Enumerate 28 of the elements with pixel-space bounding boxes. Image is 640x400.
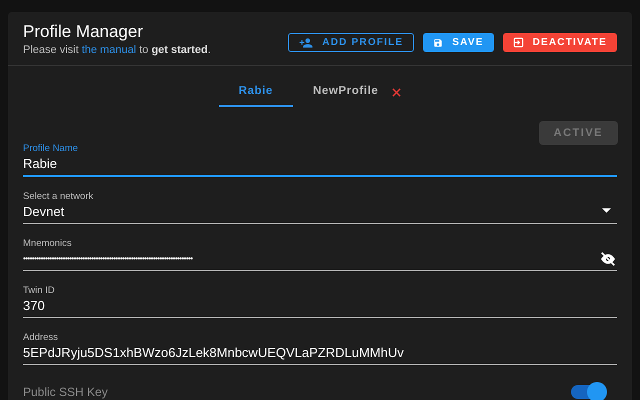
field-value: 5EPdJRyju5DS1xhBWzo6JzLek8MnbcwUEQVLaPZRDLuMMhUv — [23, 344, 404, 362]
input-field[interactable]: Twin ID 370 — [23, 285, 617, 318]
field-value: 370 — [23, 297, 46, 315]
deactivate-button[interactable]: DEACTIVATE — [502, 33, 617, 52]
field-value: Devnet — [23, 203, 66, 221]
dropdown-caret-icon — [602, 208, 611, 213]
profile-tab[interactable]: Rabie — [218, 79, 293, 107]
manual-link[interactable]: the manual — [82, 44, 136, 56]
field-label: Public SSH Key — [23, 384, 108, 400]
field-value: ••••••••••••••••••••••••••••••••••••••••••••••••••••••••••••••••••••••••••••• — [23, 253, 192, 265]
page-title: Profile Manager — [23, 22, 144, 42]
field-value: Rabie — [23, 155, 58, 173]
field-label: Address — [23, 332, 59, 344]
add-person-icon — [299, 38, 314, 48]
close-icon[interactable] — [392, 88, 402, 96]
eye-off-icon[interactable] — [599, 252, 617, 266]
add-profile-button[interactable]: ADD PROFILE — [288, 33, 414, 52]
input-field[interactable]: Mnemonics ••••••••••••••••••••••••••••••••••••••••••••••••••••••••••••••••••••••••••••• — [23, 238, 617, 271]
exit-icon — [512, 37, 524, 48]
field-label: Twin ID — [23, 285, 55, 297]
profile-tab[interactable]: NewProfile — [292, 79, 422, 107]
field-label: Profile Name — [23, 143, 78, 155]
field-label: Mnemonics — [23, 238, 73, 250]
input-field[interactable]: Address 5EPdJRyju5DS1xhBWzo6JzLek8MnbcwUEQVLaPZRDLuMMhUv — [23, 332, 617, 365]
network-select[interactable]: Select a network Devnet — [23, 191, 617, 224]
field-label: Select a network — [23, 191, 94, 203]
input-field[interactable]: Profile Name Rabie — [23, 143, 617, 177]
subtitle: Please visit the manual to get started. — [23, 43, 211, 57]
